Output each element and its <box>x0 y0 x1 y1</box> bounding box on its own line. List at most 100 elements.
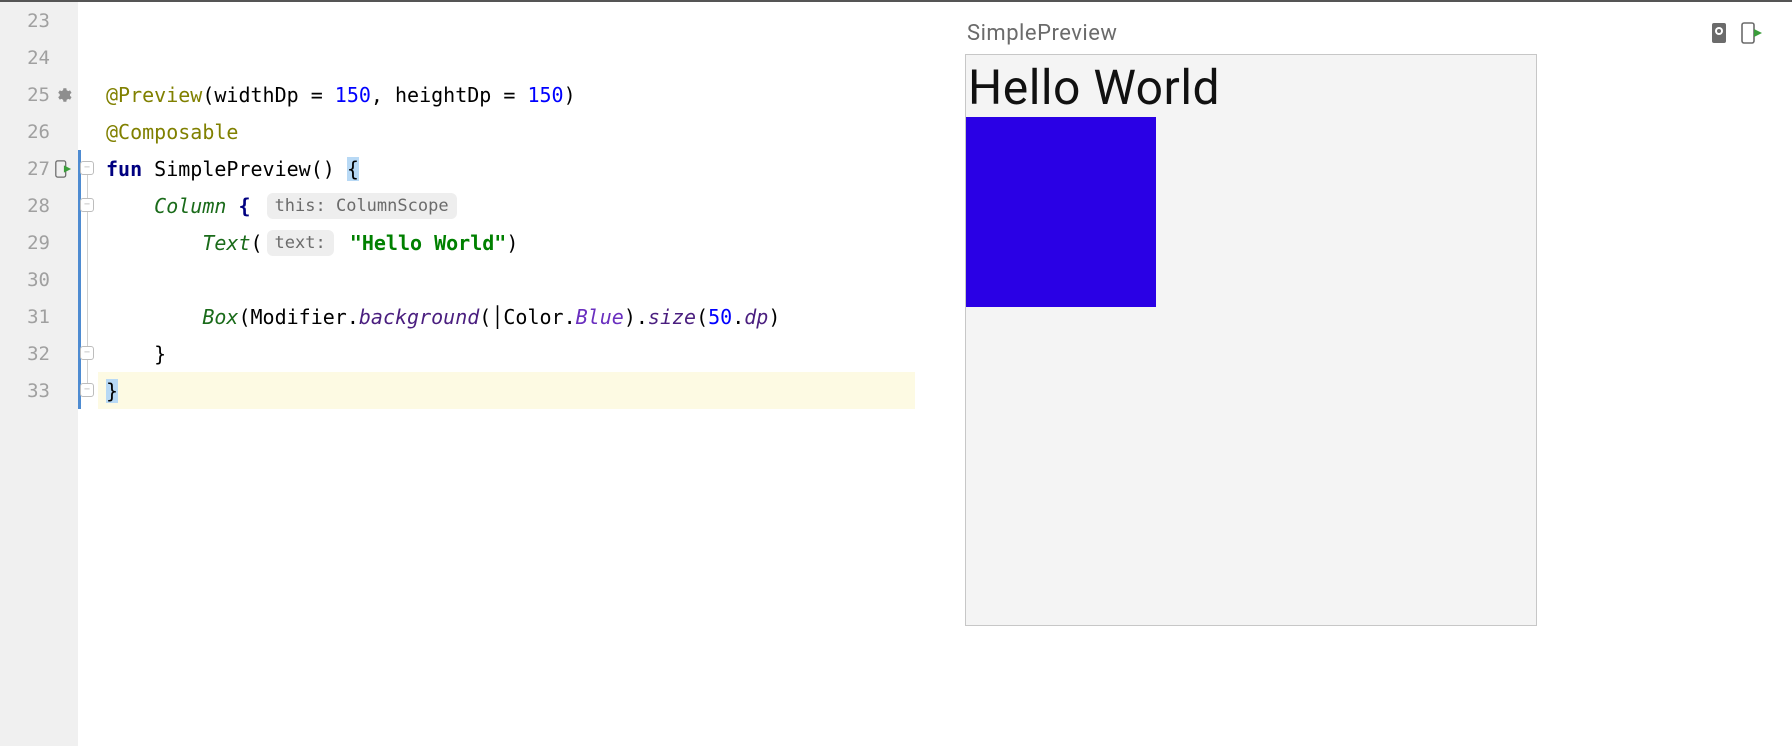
text-caret: │ <box>491 305 503 329</box>
code-token: ( <box>696 305 708 329</box>
gutter-row[interactable]: 28 <box>0 187 78 224</box>
line-number: 24 <box>22 47 50 69</box>
fold-handle[interactable]: − <box>80 383 94 397</box>
gutter-row[interactable]: 25 <box>0 76 78 113</box>
line-number: 32 <box>22 343 50 365</box>
code-line[interactable]: fun SimplePreview() { <box>98 150 915 187</box>
line-number: 28 <box>22 195 50 217</box>
gutter-row[interactable]: 26 <box>0 113 78 150</box>
gutter-icon-empty <box>54 197 72 215</box>
gutter-icon-empty <box>54 308 72 326</box>
gutter-row[interactable]: 30 <box>0 261 78 298</box>
code-token: ) <box>768 305 780 329</box>
folding-strip[interactable]: − − − − <box>78 2 98 746</box>
line-number: 33 <box>22 380 50 402</box>
deploy-preview-icon[interactable] <box>1740 20 1762 46</box>
gutter-icon-empty <box>54 123 72 141</box>
code-token <box>106 305 202 329</box>
line-gutter[interactable]: 23 24 25 26 27 28 29 30 31 32 33 <box>0 2 78 746</box>
line-number: 30 <box>22 269 50 291</box>
code-token: ( <box>479 305 491 329</box>
code-token: Blue <box>576 305 624 329</box>
code-token: SimplePreview() <box>142 157 347 181</box>
gutter-row[interactable]: 33 <box>0 372 78 409</box>
gear-icon[interactable] <box>54 86 72 104</box>
line-number: 26 <box>22 121 50 143</box>
preview-title: SimplePreview <box>967 21 1117 46</box>
ide-container: 23 24 25 26 27 28 29 30 31 32 33 − − − − @Preview(wid… <box>0 0 1792 746</box>
code-line[interactable]: } <box>98 335 915 372</box>
code-token: 150 <box>335 83 371 107</box>
run-gutter-icon[interactable] <box>54 160 72 178</box>
code-token: ) <box>564 83 576 107</box>
gutter-icon-empty <box>54 49 72 67</box>
code-token <box>106 231 202 255</box>
code-token: (Modifier. <box>238 305 358 329</box>
code-line[interactable] <box>98 2 915 39</box>
code-token: Text <box>202 231 250 255</box>
code-token: { <box>238 194 250 218</box>
code-line[interactable]: Box(Modifier.background(│Color.Blue).siz… <box>98 298 915 335</box>
code-token: Box <box>202 305 238 329</box>
change-marker <box>78 150 81 409</box>
code-token: background <box>359 305 479 329</box>
editor-pane: 23 24 25 26 27 28 29 30 31 32 33 − − − − @Preview(wid… <box>0 2 915 746</box>
code-token: , heightDp = <box>371 83 528 107</box>
code-token <box>106 194 154 218</box>
preview-header: SimplePreview <box>965 20 1762 46</box>
code-line[interactable]: Text(text: "Hello World") <box>98 224 915 261</box>
code-token: ( <box>251 231 263 255</box>
line-number: 31 <box>22 306 50 328</box>
code-token: fun <box>106 157 142 181</box>
code-token: 150 <box>527 83 563 107</box>
code-line[interactable]: @Preview(widthDp = 150, heightDp = 150) <box>98 76 915 113</box>
code-token: @Composable <box>106 120 238 144</box>
gutter-icon-empty <box>54 234 72 252</box>
line-number: 25 <box>22 84 50 106</box>
code-token: . <box>732 305 744 329</box>
code-token: (widthDp = <box>202 83 334 107</box>
preview-toolbar <box>1708 20 1762 46</box>
gutter-icon-empty <box>54 271 72 289</box>
code-area[interactable]: @Preview(widthDp = 150, heightDp = 150)@… <box>98 2 915 746</box>
gutter-row[interactable]: 24 <box>0 39 78 76</box>
fold-handle[interactable]: − <box>80 198 94 212</box>
gutter-icon-empty <box>54 12 72 30</box>
code-line[interactable]: Column { this: ColumnScope <box>98 187 915 224</box>
gutter-row[interactable]: 27 <box>0 150 78 187</box>
code-token: 50 <box>708 305 732 329</box>
gutter-row[interactable]: 32 <box>0 335 78 372</box>
code-line[interactable]: @Composable <box>98 113 915 150</box>
code-token: } <box>106 379 118 403</box>
code-token <box>338 231 350 255</box>
gutter-icon-empty <box>54 382 72 400</box>
gutter-row[interactable]: 29 <box>0 224 78 261</box>
code-token: Color. <box>503 305 575 329</box>
line-number: 29 <box>22 232 50 254</box>
line-number: 27 <box>22 158 50 180</box>
code-line[interactable] <box>98 261 915 298</box>
code-token <box>226 194 238 218</box>
inlay-hint: text: <box>267 230 334 256</box>
inlay-hint: this: ColumnScope <box>267 193 457 219</box>
code-token: @Preview <box>106 83 202 107</box>
fold-handle[interactable]: − <box>80 346 94 360</box>
interactive-preview-icon[interactable] <box>1708 20 1730 46</box>
code-token: Column <box>154 194 226 218</box>
code-token: size <box>648 305 696 329</box>
gutter-row[interactable]: 31 <box>0 298 78 335</box>
code-line[interactable] <box>98 39 915 76</box>
code-line[interactable]: } <box>98 372 915 409</box>
gutter-row[interactable]: 23 <box>0 2 78 39</box>
code-token: ). <box>624 305 648 329</box>
code-token: ) <box>506 231 518 255</box>
fold-handle[interactable]: − <box>80 161 94 175</box>
code-token <box>251 194 263 218</box>
preview-frame[interactable]: Hello World <box>965 54 1537 626</box>
code-token: } <box>106 342 166 366</box>
preview-hello-text: Hello World <box>966 55 1536 117</box>
code-token: dp <box>744 305 768 329</box>
preview-pane: SimplePreview Hello World <box>915 2 1792 746</box>
preview-blue-box <box>966 117 1156 307</box>
code-token: "Hello World" <box>350 231 507 255</box>
